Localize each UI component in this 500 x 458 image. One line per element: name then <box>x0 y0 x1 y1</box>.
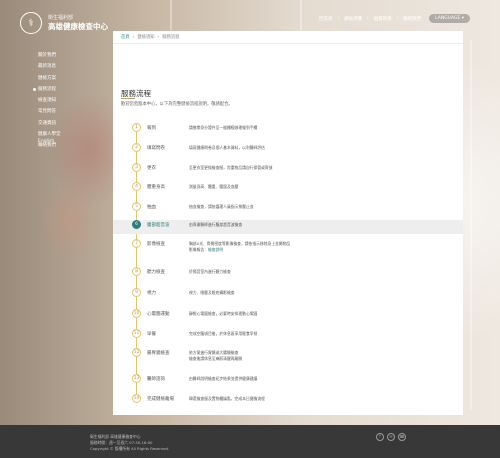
step-name: 腹部超音波 <box>147 223 170 228</box>
step-description: 請攜帶身分證件至一樓櫃檯辦理報到手續 <box>189 125 258 130</box>
step-description: 於隔音室內進行聽力檢查 <box>189 269 231 274</box>
step-number-icon: 8 <box>132 267 141 276</box>
step-number-icon: 11 <box>132 329 141 338</box>
step-name: 醫師諮詢 <box>147 377 165 382</box>
step-number-icon: 14 <box>132 394 141 403</box>
step-name: 早餐 <box>147 332 156 337</box>
top-utility-bar: 回首頁 | 網站導覽 | 個資政策 | 聯絡我們 LANGUAGE ▾ <box>314 14 470 23</box>
page-subtitle: 歡迎您蒞臨本中心，以下為完整健檢流程說明，敬請配合。 <box>121 102 233 107</box>
top-link-privacy[interactable]: 個資政策 <box>374 16 392 22</box>
breadcrumb: 首頁 › 健檢須知 › 服務流程 <box>113 31 463 44</box>
step-name: 體重身高 <box>147 185 165 190</box>
step-description: 由專業醫師進行腹部超音波檢查 <box>189 222 243 227</box>
sidebar-item-active[interactable]: 服務流程 <box>33 84 61 95</box>
step-number-icon: 9 <box>132 288 141 297</box>
sidebar-item[interactable]: 健檢方案 <box>38 73 61 84</box>
step-number-icon: 10 <box>132 309 141 318</box>
step-number-icon: 4 <box>132 182 141 191</box>
title-underline <box>121 98 135 99</box>
step-detail-link[interactable]: 檢查說明 <box>208 247 223 252</box>
sidebar-item[interactable]: 常見問答 <box>38 106 61 117</box>
top-link-home[interactable]: 回首頁 <box>319 16 333 22</box>
brand-subtitle: 衛生福利部 <box>48 14 74 21</box>
footer-social: f ✉ ☎ <box>376 433 409 441</box>
process-step: 13 醫師諮詢 由醫師說明檢查初步結果並提供健康建議 <box>113 374 463 392</box>
footer-copyright: Copyright © 版權所有 All Rights Reserved. <box>90 446 170 451</box>
sidebar-language-link[interactable]: English <box>38 139 54 144</box>
step-extra-label: 影像報告： <box>189 247 208 252</box>
sidebar-nav: 關於我們 最新消息 健檢方案 服務流程 檢查須知 常見問答 交通資訊 健康人學堂… <box>33 50 61 152</box>
sidebar-item[interactable]: 交通資訊 <box>38 118 61 129</box>
step-name: 更衣 <box>147 166 156 171</box>
step-description: 靜態心電圖檢查，必要時安排運動心電圖 <box>189 311 258 316</box>
sidebar-item[interactable]: 關於我們 <box>38 50 61 61</box>
step-name: 填寫問卷 <box>147 146 165 151</box>
step-description: 由醫師說明檢查初步結果並提供健康建議 <box>189 376 258 381</box>
step-name: 完成健檢離場 <box>147 397 174 402</box>
step-description: 完成空腹項目後，於休息區享用輕食早餐 <box>189 331 258 336</box>
step-number-icon: 7 <box>132 239 141 248</box>
facebook-icon[interactable]: f <box>376 433 384 441</box>
brand-name: 高雄健康檢查中心 <box>48 21 108 31</box>
process-step: 14 完成健檢離場 歸還檢查服及置物櫃鑰匙，完成本日健檢流程 <box>113 394 463 408</box>
sidebar-item[interactable]: 最新消息 <box>38 61 61 72</box>
top-link-sitemap[interactable]: 網站導覽 <box>344 16 362 22</box>
step-name: 聽力檢查 <box>147 270 165 275</box>
step-description: 抽血檢查，請依護理人員指示按壓止血 <box>189 204 254 209</box>
step-name: 心電圖運動 <box>147 312 170 317</box>
language-dropdown[interactable]: LANGUAGE ▾ <box>429 14 470 23</box>
content-card: 首頁 › 健檢須知 › 服務流程 服務流程 歡迎您蒞臨本中心，以下為完整健檢流程… <box>113 31 463 415</box>
process-step: 9 視力 視力、眼壓及眼底攝影檢查 <box>113 288 463 306</box>
footer: 衛生福利部 高雄健康檢查中心 服務時間：週一至週六 07:30-16:00 Co… <box>0 425 500 458</box>
step-number-icon: 3 <box>132 163 141 172</box>
brand-logo-icon: ⚕ <box>20 12 42 34</box>
process-step: 3 更衣 至更衣室更換檢查服，貴重物品請自行保管或寄放 <box>113 163 463 181</box>
step-description: 填寫健康問卷及個人基本資料，以利醫師評估 <box>189 145 265 150</box>
step-number-icon: 2 <box>132 143 141 152</box>
process-step: 10 心電圖運動 靜態心電圖檢查，必要時安排運動心電圖 <box>113 309 463 327</box>
step-description: 歸還檢查服及置物櫃鑰匙，完成本日健檢流程 <box>189 396 265 401</box>
step-number-icon: 1 <box>132 123 141 132</box>
process-step: 6 腹部超音波 由專業醫師進行腹部超音波檢查 <box>113 220 463 234</box>
process-step: 12 腸胃鏡檢查 依方案進行胃鏡或大腸鏡檢查 檢查後請休息至麻醉清醒再離開 <box>113 348 463 372</box>
step-description: 測量身高、體重、腰圍及血壓 <box>189 184 239 189</box>
brand[interactable]: ⚕ 衛生福利部 高雄健康檢查中心 <box>20 12 108 34</box>
step-description: 至更衣室更換檢查服，貴重物品請自行保管或寄放 <box>189 165 273 170</box>
process-step: 5 抽血 抽血檢查，請依護理人員指示按壓止血 <box>113 202 463 220</box>
step-description: 視力、眼壓及眼底攝影檢查 <box>189 290 235 295</box>
process-step: 7 影像檢查 胸部X光、骨質密度等影像檢查，請依指示移除身上金屬物品 影像報告：檢查說… <box>113 239 463 265</box>
process-step: 4 體重身高 測量身高、體重、腰圍及血壓 <box>113 182 463 200</box>
mail-icon[interactable]: ✉ <box>387 433 395 441</box>
footer-info: 衛生福利部 高雄健康檢查中心 服務時間：週一至週六 07:30-16:00 Co… <box>90 434 169 452</box>
step-name: 視力 <box>147 291 156 296</box>
top-link-contact[interactable]: 聯絡我們 <box>403 16 421 22</box>
step-number-icon: 5 <box>132 202 141 211</box>
process-step: 1 報到 請攜帶身分證件至一樓櫃檯辦理報到手續 <box>113 123 463 141</box>
process-step: 11 早餐 完成空腹項目後，於休息區享用輕食早餐 <box>113 329 463 347</box>
breadcrumb-current: 服務流程 <box>162 35 180 40</box>
step-number-icon: 12 <box>132 348 141 357</box>
step-name: 抽血 <box>147 205 156 210</box>
process-step: 2 填寫問卷 填寫健康問卷及個人基本資料，以利醫師評估 <box>113 143 463 161</box>
step-name: 報到 <box>147 126 156 131</box>
breadcrumb-level1[interactable]: 健檢須知 <box>137 34 154 40</box>
sidebar-item[interactable]: 檢查須知 <box>38 95 61 106</box>
phone-icon[interactable]: ☎ <box>398 433 406 441</box>
step-number-icon: 6 <box>132 220 141 229</box>
breadcrumb-home[interactable]: 首頁 <box>121 34 130 40</box>
step-name: 腸胃鏡檢查 <box>147 351 170 356</box>
step-description-extra: 檢查後請休息至麻醉清醒再離開 <box>189 356 243 361</box>
process-step: 8 聽力檢查 於隔音室內進行聽力檢查 <box>113 267 463 285</box>
step-number-icon: 13 <box>132 374 141 383</box>
step-name: 影像檢查 <box>147 242 165 247</box>
